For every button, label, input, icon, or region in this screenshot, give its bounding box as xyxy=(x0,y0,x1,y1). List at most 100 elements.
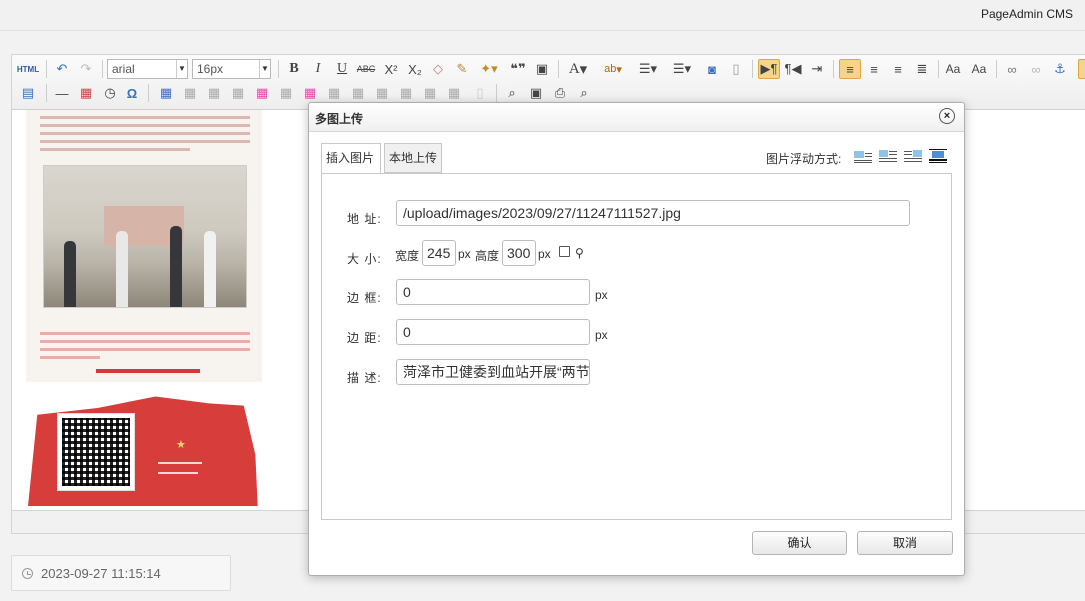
toolbar-separator xyxy=(148,84,149,102)
bold-button[interactable]: B xyxy=(284,59,304,79)
align-right-icon[interactable]: ≡ xyxy=(888,59,908,79)
lowercase-icon[interactable]: Aa xyxy=(968,59,990,79)
toolbar-separator xyxy=(102,60,103,78)
toolbar-separator xyxy=(938,60,939,78)
uppercase-icon[interactable]: Aa xyxy=(942,59,964,79)
insert-table-icon[interactable]: ▦ xyxy=(156,83,176,103)
anchor-icon[interactable]: ⚓ xyxy=(1050,59,1070,79)
align-justify-icon[interactable]: ≣ xyxy=(912,59,932,79)
close-icon[interactable]: × xyxy=(939,108,955,124)
address-label: 地 址: xyxy=(347,212,382,226)
table-props-icon[interactable]: ▯ xyxy=(470,83,490,103)
toolbar-separator xyxy=(46,60,47,78)
preview-icon[interactable]: ⌕ xyxy=(574,83,594,103)
split-rows-icon[interactable]: ▦ xyxy=(420,83,440,103)
horizontal-rule-icon[interactable]: — xyxy=(52,83,72,103)
paste-word-icon[interactable]: ▣ xyxy=(526,83,546,103)
font-color-label: A xyxy=(568,60,580,77)
html-source-button[interactable]: HTML xyxy=(16,59,40,79)
description-input[interactable]: 菏泽市卫健委到血站开展“两节 xyxy=(396,359,590,385)
print-icon[interactable]: ⎙ xyxy=(550,83,570,103)
toolbar-separator xyxy=(833,60,834,78)
top-bar: PageAdmin CMS xyxy=(0,0,1085,31)
align-left-icon[interactable]: ≡ xyxy=(839,59,861,79)
eraser-icon[interactable]: ◇ xyxy=(428,59,448,79)
font-color-button[interactable]: A ▾ xyxy=(564,59,592,79)
special-chars-icon[interactable]: Ω xyxy=(122,83,142,103)
paste-plain-icon[interactable]: ▣ xyxy=(532,59,552,79)
split-cells-icon[interactable]: ▦ xyxy=(396,83,416,103)
delete-col-icon[interactable]: ▦ xyxy=(300,83,320,103)
unordered-list-icon[interactable]: ☰▾ xyxy=(668,59,696,79)
clock-icon xyxy=(22,567,33,579)
ordered-list-icon[interactable]: ☰▾ xyxy=(634,59,662,79)
width-unit: px xyxy=(458,247,471,261)
format-brush-icon[interactable]: ✎ xyxy=(452,59,472,79)
height-label: 高度 xyxy=(475,249,500,263)
toolbar-separator xyxy=(996,60,997,78)
toolbar-separator xyxy=(496,84,497,102)
float-right-icon[interactable] xyxy=(903,148,923,164)
redo-icon[interactable]: ↷ xyxy=(76,59,96,79)
time-icon[interactable]: ◷ xyxy=(100,83,120,103)
dialog-title: 多图上传 xyxy=(315,112,364,126)
highlight-color-button[interactable]: ab ▾ xyxy=(598,59,628,79)
italic-button[interactable]: I xyxy=(308,59,328,79)
find-replace-icon[interactable]: ⌕ xyxy=(502,83,522,103)
align-center-icon[interactable]: ≡ xyxy=(864,59,884,79)
float-center-icon[interactable] xyxy=(928,148,948,164)
float-none-icon[interactable] xyxy=(853,148,873,164)
float-left-icon[interactable] xyxy=(878,148,898,164)
tab-insert-image[interactable]: 插入图片 xyxy=(321,143,381,174)
border-unit: px xyxy=(595,288,608,302)
rtl-direction-icon[interactable]: ¶◀ xyxy=(783,59,803,79)
delete-table-icon[interactable]: ▦ xyxy=(180,83,200,103)
brand-label: PageAdmin CMS xyxy=(980,7,1073,21)
ltr-direction-icon[interactable]: ▶¶ xyxy=(758,59,780,79)
lock-ratio-checkbox[interactable] xyxy=(559,246,570,257)
decor-red-bar xyxy=(96,369,200,373)
cancel-button[interactable]: 取消 xyxy=(857,531,953,555)
confirm-button[interactable]: 确认 xyxy=(752,531,847,555)
delete-row-icon[interactable]: ▦ xyxy=(252,83,272,103)
merge-right-icon[interactable]: ▦ xyxy=(348,83,368,103)
blockquote-icon[interactable]: ❝❞ xyxy=(508,59,528,79)
merge-cells-icon[interactable]: ▦ xyxy=(324,83,344,103)
merge-down-icon[interactable]: ▦ xyxy=(372,83,392,103)
insert-col-icon[interactable]: ▦ xyxy=(276,83,296,103)
insert-paragraph-before-table-icon[interactable]: ▦ xyxy=(204,83,224,103)
underline-button[interactable]: U xyxy=(332,59,352,79)
publish-datetime-field[interactable]: 2023-09-27 11:15:14 xyxy=(11,555,231,591)
unlink-icon[interactable]: ∞ xyxy=(1026,59,1046,79)
date-icon[interactable]: ▦ xyxy=(76,83,96,103)
height-input[interactable]: 300 xyxy=(502,240,536,266)
margin-input[interactable]: 0 xyxy=(396,319,590,345)
height-unit: px xyxy=(538,247,551,261)
select-all-icon[interactable]: ◙ xyxy=(702,59,722,79)
border-input[interactable]: 0 xyxy=(396,279,590,305)
chevron-down-icon: ▼ xyxy=(176,60,187,78)
description-label: 描 述: xyxy=(347,371,382,385)
width-input[interactable]: 245 xyxy=(422,240,456,266)
superscript-button[interactable]: X² xyxy=(380,59,402,79)
subscript-button[interactable]: X₂ xyxy=(404,59,426,79)
tab-local-upload[interactable]: 本地上传 xyxy=(384,143,442,173)
margin-unit: px xyxy=(595,328,608,342)
font-size-select[interactable]: 16px ▼ xyxy=(192,59,271,79)
highlight-label: ab xyxy=(604,63,617,75)
toolbar-separator xyxy=(752,60,753,78)
strikethrough-button[interactable]: ABC xyxy=(355,59,377,79)
image-float-icon[interactable]: ▤ xyxy=(16,83,40,103)
font-family-select[interactable]: arial ▼ xyxy=(107,59,188,79)
image-url-input[interactable]: /upload/images/2023/09/27/11247111527.jp… xyxy=(396,200,910,226)
indent-icon[interactable]: ⇥ xyxy=(807,59,827,79)
auto-format-icon[interactable]: ✦▾ xyxy=(475,59,503,79)
toolbar-separator xyxy=(278,60,279,78)
insert-row-icon[interactable]: ▦ xyxy=(228,83,248,103)
clear-doc-icon[interactable]: ▯ xyxy=(726,59,746,79)
link-icon[interactable]: ∞ xyxy=(1002,59,1022,79)
font-size-value: 16px xyxy=(197,62,224,76)
split-cols-icon[interactable]: ▦ xyxy=(444,83,464,103)
undo-icon[interactable]: ↶ xyxy=(52,59,72,79)
toolbar-overflow[interactable] xyxy=(1078,59,1085,79)
